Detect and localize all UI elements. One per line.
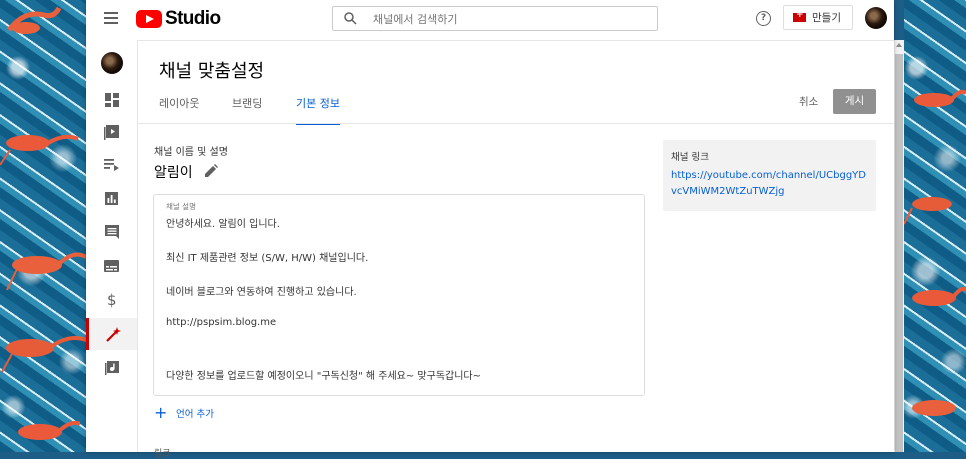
description-line: http://pspsim.blog.me [166, 317, 277, 328]
description-line: 네이버 블로그와 연동하여 진행하고 있습니다. [166, 287, 357, 298]
sidebar-item-comments[interactable] [86, 216, 137, 248]
search-icon [344, 12, 357, 25]
left-nav: $ [86, 40, 138, 452]
tab-layout[interactable]: 레이아웃 [159, 95, 199, 123]
channel-name: 알림이 [154, 165, 193, 181]
flamingo-image [912, 400, 956, 416]
publish-button[interactable]: 게시 [833, 89, 876, 114]
description-line: 다양한 정보를 업로드할 예정이오니 "구독신청" 해 주세요~ 맞구독갑니다~ [166, 371, 482, 382]
sidebar-item-monetization[interactable]: $ [86, 284, 137, 316]
search-input[interactable] [371, 9, 645, 30]
account-avatar[interactable] [865, 7, 887, 29]
customization-icon [105, 326, 121, 342]
flamingo-image [6, 252, 87, 291]
cancel-button[interactable]: 취소 [799, 94, 818, 109]
sidebar-item-audio-library[interactable] [86, 352, 137, 384]
sidebar-item-customization[interactable] [86, 318, 137, 350]
description-line: 최신 IT 제품관련 정보 (S/W, H/W) 채널입니다. [166, 253, 369, 264]
scrollbar-thumb[interactable] [895, 54, 903, 452]
sidebar-item-analytics[interactable] [86, 182, 137, 214]
help-icon[interactable]: ? [756, 11, 771, 26]
playlists-icon [104, 158, 119, 171]
section-label-name-description: 채널 이름 및 설명 [154, 147, 228, 158]
tab-branding[interactable]: 브랜딩 [232, 95, 262, 123]
flamingo-image [914, 89, 966, 107]
video-camera-plus-icon [793, 10, 806, 22]
studio-logo[interactable]: Studio [136, 8, 221, 30]
sidebar-item-content[interactable] [86, 116, 137, 148]
subtitles-icon [104, 260, 119, 272]
comments-icon [104, 225, 119, 239]
create-button[interactable]: 만들기 [783, 5, 853, 30]
channel-link-title: 채널 링크 [671, 152, 709, 163]
description-textarea[interactable]: 채널 설명 안녕하세요. 알림이 입니다. 최신 IT 제품관련 정보 (S/W… [153, 194, 645, 396]
top-bar: Studio ? 만들기 [86, 0, 894, 41]
links-section-label: 링크 [154, 449, 171, 459]
logo-text: Studio [165, 8, 221, 29]
flamingo-image [0, 134, 79, 166]
search-box[interactable] [332, 6, 658, 31]
flamingo-image [1, 336, 87, 373]
channel-avatar[interactable] [101, 52, 123, 74]
monetization-icon: $ [107, 292, 117, 308]
sidebar-item-subtitles[interactable] [86, 250, 137, 282]
desktop-wallpaper-left [0, 0, 90, 452]
flamingo-image [7, 6, 62, 34]
flamingo-image [904, 197, 952, 225]
sidebar-item-dashboard[interactable] [86, 84, 137, 116]
scrollbar[interactable] [894, 40, 904, 452]
youtube-play-icon [136, 10, 162, 28]
description-label: 채널 설명 [166, 202, 196, 211]
studio-window: Studio ? 만들기 [86, 0, 894, 459]
description-line: 안녕하세요. 알림이 입니다. [166, 219, 280, 230]
audio-library-icon [104, 361, 119, 375]
svg-text:$: $ [107, 292, 117, 308]
menu-icon[interactable] [104, 12, 118, 24]
analytics-icon [105, 191, 118, 205]
tab-basic-info[interactable]: 기본 정보 [296, 95, 340, 125]
add-language-label: 언어 추가 [176, 409, 214, 420]
desktop-wallpaper-right [904, 0, 966, 452]
pencil-edit-icon[interactable] [205, 164, 218, 177]
tab-divider [137, 123, 894, 124]
sidebar-item-playlists[interactable] [86, 148, 137, 180]
dashboard-icon [104, 93, 119, 107]
plus-icon: + [154, 403, 168, 422]
channel-url-link[interactable]: https://youtube.com/channel/UCbggYDvcVMi… [671, 168, 871, 200]
flamingo-image [912, 286, 966, 306]
page-title: 채널 맞춤설정 [159, 61, 265, 82]
flamingo-image [18, 420, 80, 440]
scroll-up-arrow-icon[interactable] [896, 43, 902, 47]
add-language-button[interactable]: + 언어 추가 [154, 403, 214, 422]
content-icon [104, 124, 119, 140]
create-button-label: 만들기 [812, 12, 841, 24]
channel-link-card: 채널 링크 https://youtube.com/channel/UCbggY… [663, 140, 876, 211]
